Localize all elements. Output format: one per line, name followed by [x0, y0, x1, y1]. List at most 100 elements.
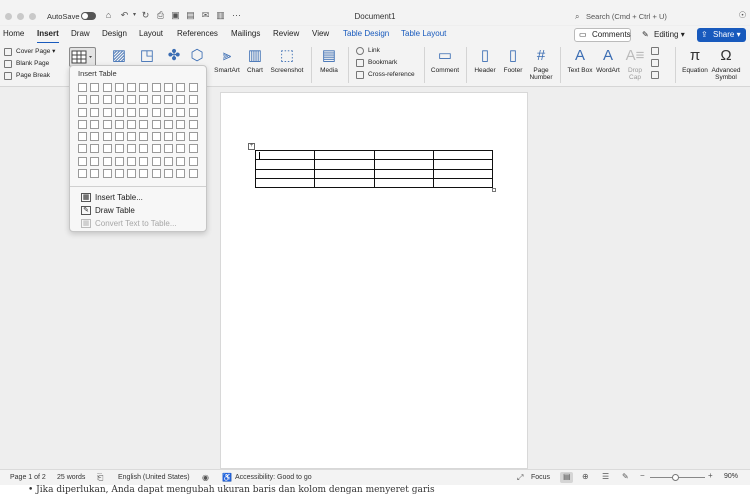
table-grid-cell[interactable] [139, 156, 149, 166]
table-grid-cell[interactable] [176, 169, 186, 179]
table-grid-cell[interactable] [188, 169, 198, 179]
media-button[interactable]: ▤ Media [316, 45, 342, 74]
redo-icon[interactable]: ↻ [140, 10, 151, 21]
link-button[interactable]: Link [356, 46, 380, 56]
table-grid-cell[interactable] [78, 83, 87, 92]
account-icon[interactable]: ☉ [737, 10, 748, 21]
table-cell[interactable] [373, 149, 434, 161]
3d-models-button[interactable]: ⬡ [186, 45, 208, 67]
table-grid-cell[interactable] [151, 107, 161, 117]
table-grid-cell[interactable] [127, 144, 137, 154]
table-grid-cell[interactable] [176, 144, 186, 154]
table-grid-cell[interactable] [151, 156, 161, 166]
pictures-button[interactable]: ▨ [108, 45, 130, 67]
table-grid-cell[interactable] [127, 83, 137, 92]
more-icon[interactable]: ⋯ [231, 10, 242, 21]
print-icon[interactable]: ⎙ [155, 10, 166, 21]
table-grid-cell[interactable] [188, 132, 198, 142]
table-grid-cell[interactable] [102, 169, 112, 179]
table-cell[interactable] [254, 149, 316, 161]
table-grid-cell[interactable] [90, 132, 100, 142]
table-grid-cell[interactable] [127, 169, 137, 179]
table-grid-cell[interactable] [90, 156, 100, 166]
table-grid-cell[interactable] [176, 95, 186, 105]
table-grid-cell[interactable] [164, 156, 174, 166]
focus-button[interactable]: Focus [531, 474, 550, 481]
tab-table-design[interactable]: Table Design [343, 29, 389, 38]
draw-table-menu-item[interactable]: ✎ Draw Table [81, 205, 135, 216]
table-grid-cell[interactable] [139, 144, 149, 154]
table-button[interactable] [69, 47, 96, 67]
tab-design[interactable]: Design [102, 29, 127, 38]
table-cell[interactable] [373, 168, 434, 179]
footer-button[interactable]: ▯ Footer [500, 45, 526, 74]
table-grid-cell[interactable] [102, 132, 112, 142]
drop-cap-button[interactable]: A≡ Drop Cap [624, 45, 646, 81]
icons-button[interactable]: ✤ [163, 45, 185, 67]
form-icon[interactable]: ▥ [215, 10, 226, 21]
tab-draw[interactable]: Draw [71, 29, 90, 38]
table-grid-cell[interactable] [78, 156, 87, 166]
table-grid-cell[interactable] [151, 119, 161, 129]
shapes-button[interactable]: ◳ [136, 45, 158, 67]
language-status[interactable]: English (United States) [118, 474, 190, 481]
table-grid-cell[interactable] [102, 83, 112, 92]
table-grid-cell[interactable] [176, 107, 186, 117]
table-grid-cell[interactable] [188, 83, 198, 92]
share-button[interactable]: ⇪ Share ▾ [697, 28, 746, 42]
comment-button[interactable]: ▭ Comment [429, 45, 461, 74]
zoom-out-icon[interactable]: − [640, 471, 645, 480]
table-cell[interactable] [432, 159, 494, 170]
page-count[interactable]: Page 1 of 2 [10, 474, 46, 481]
table-grid-cell[interactable] [90, 119, 100, 129]
table-grid-cell[interactable] [176, 156, 186, 166]
table-grid-cell[interactable] [164, 169, 174, 179]
table-grid-cell[interactable] [102, 156, 112, 166]
document-table[interactable] [254, 149, 494, 189]
tab-insert[interactable]: Insert [37, 29, 59, 44]
table-grid-cell[interactable] [176, 83, 186, 92]
accessibility-status[interactable]: Accessibility: Good to go [235, 474, 312, 481]
table-grid-cell[interactable] [188, 156, 198, 166]
table-cell[interactable] [254, 159, 316, 170]
table-cell[interactable] [314, 159, 375, 170]
zoom-level[interactable]: 90% [724, 473, 738, 480]
template-icon[interactable]: ▤ [185, 10, 196, 21]
table-grid-cell[interactable] [188, 144, 198, 154]
table-grid-cell[interactable] [114, 169, 124, 179]
track-changes-icon[interactable]: ◉ [202, 473, 209, 482]
page-break-button[interactable]: Page Break [4, 71, 50, 81]
table-grid-cell[interactable] [78, 144, 87, 154]
cross-reference-button[interactable]: Cross-reference [356, 70, 415, 80]
search-field[interactable]: ⌕ Search (Cmd + Ctrl + U) [572, 10, 738, 24]
table-grid-cell[interactable] [151, 132, 161, 142]
blank-page-button[interactable]: Blank Page [4, 59, 49, 69]
table-grid-cell[interactable] [127, 107, 137, 117]
chart-button[interactable]: ▥ Chart [243, 45, 267, 74]
bookmark-button[interactable]: Bookmark [356, 58, 397, 68]
zoom-window-button[interactable] [29, 13, 36, 20]
table-grid-cell[interactable] [164, 144, 174, 154]
table-cell[interactable] [432, 177, 494, 189]
document-page[interactable] [220, 92, 528, 469]
table-grid-cell[interactable] [102, 95, 112, 105]
table-grid-cell[interactable] [102, 119, 112, 129]
table-cell[interactable] [314, 177, 375, 189]
table-grid-cell[interactable] [139, 95, 149, 105]
table-grid-cell[interactable] [78, 107, 87, 117]
focus-icon[interactable]: ⤢ [517, 473, 523, 483]
table-cell[interactable] [314, 168, 375, 179]
autosave-toggle[interactable] [81, 12, 96, 20]
tab-mailings[interactable]: Mailings [231, 29, 260, 38]
screenshot-button[interactable]: ⬚ Screenshot [270, 45, 304, 74]
undo-dropdown-icon[interactable]: ▾ [129, 10, 140, 21]
text-box-button[interactable]: A Text Box [565, 45, 595, 74]
table-grid-cell[interactable] [176, 132, 186, 142]
comments-button[interactable]: ▭ Comments [574, 28, 631, 42]
table-grid-cell[interactable] [139, 107, 149, 117]
accessibility-icon[interactable]: ♿ [222, 473, 232, 482]
table-cell[interactable] [373, 177, 434, 189]
table-grid-cell[interactable] [139, 83, 149, 92]
table-cell[interactable] [373, 159, 434, 170]
tab-view[interactable]: View [312, 29, 329, 38]
